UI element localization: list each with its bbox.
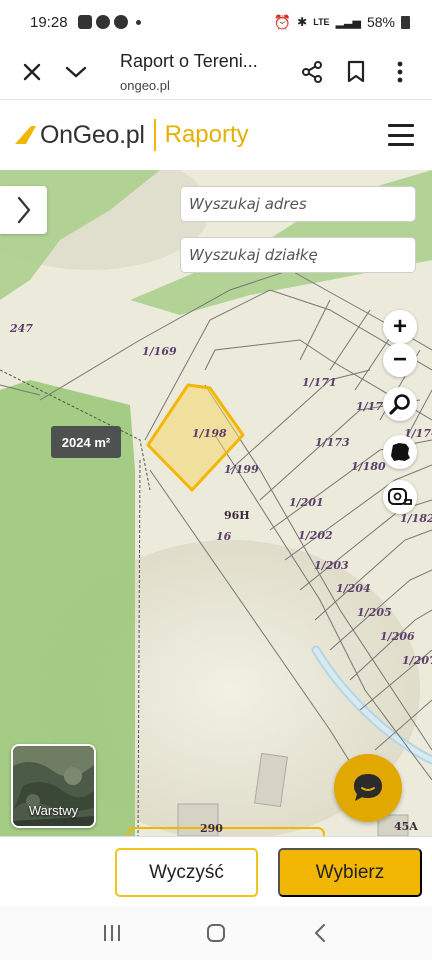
measure-tool-button[interactable] — [383, 480, 417, 514]
home-button[interactable] — [196, 918, 236, 948]
logo-separator — [153, 119, 156, 151]
poland-map-tool-button[interactable] — [383, 435, 417, 469]
page-info: Raport o Tereni... ongeo.pl — [98, 51, 290, 93]
parcel-label: 1/180 — [351, 460, 386, 473]
messenger-notification-icon — [95, 15, 110, 29]
chat-support-button[interactable] — [334, 754, 402, 822]
building-number: 96H — [224, 509, 250, 522]
recents-icon — [104, 925, 120, 941]
chevron-down-icon — [65, 66, 87, 78]
logo-name: OnGeo.pl — [40, 120, 145, 149]
clear-button[interactable]: Wyczyść — [115, 848, 258, 897]
share-icon — [302, 60, 322, 83]
parcel-label: 1/182 — [400, 512, 432, 525]
site-header: OnGeo.pl Raporty — [0, 100, 432, 170]
building-number: 16 — [216, 530, 232, 543]
ongeo-logo[interactable]: OnGeo.pl Raporty — [14, 119, 249, 151]
chevron-right-icon — [17, 196, 30, 224]
page-title: Raport o Tereni... — [120, 50, 258, 71]
search-plot-input[interactable] — [180, 237, 416, 273]
messenger-notification-icon-2 — [113, 15, 128, 29]
battery-percent: 58% — [366, 14, 395, 30]
zoom-out-button[interactable]: − — [383, 343, 417, 377]
minimize-tab-button[interactable] — [54, 50, 98, 94]
parcel-label: 1/169 — [142, 345, 177, 358]
parcel-label: 247 — [10, 322, 33, 335]
status-bar: 19:28 ⏰ ✱ LTE ▂▃▅ 58% — [0, 0, 432, 44]
bookmark-button[interactable] — [334, 50, 378, 94]
signal-icon: ▂▃▅ — [335, 16, 361, 29]
layers-label: Warstwy — [28, 803, 79, 818]
status-time: 19:28 — [30, 13, 68, 31]
building-number: 290 — [200, 822, 223, 835]
close-tab-button[interactable] — [10, 50, 54, 94]
poland-shape-icon — [391, 443, 410, 461]
minus-icon: − — [392, 346, 407, 373]
gallery-notification-icon — [77, 15, 92, 29]
back-chevron-icon — [314, 924, 325, 942]
recent-apps-button[interactable] — [92, 918, 132, 948]
more-options-button[interactable] — [378, 50, 422, 94]
action-footer: Wyczyść Wybierz — [0, 836, 432, 906]
close-icon — [23, 63, 41, 80]
parcel-label: 1/173 — [315, 436, 350, 449]
back-button[interactable] — [300, 918, 340, 948]
parcel-label: 1/202 — [298, 529, 333, 542]
network-type: LTE — [313, 16, 330, 27]
home-icon — [207, 924, 225, 942]
plus-icon: + — [392, 313, 407, 340]
bookmark-icon — [347, 60, 365, 82]
map-view[interactable]: 247 1/169 1/171 1/17 1/198 1/173 1/174 1… — [0, 170, 432, 836]
parcel-area-badge: 2024 m² — [51, 426, 121, 458]
more-vertical-icon — [397, 61, 403, 82]
system-nav-bar — [0, 906, 432, 960]
browser-bar: Raport o Tereni... ongeo.pl — [0, 44, 432, 100]
tape-measure-icon — [388, 488, 412, 505]
parcel-label: 1/206 — [380, 630, 415, 643]
chat-bubble-icon — [354, 774, 382, 801]
parcel-label: 1/17 — [356, 400, 383, 413]
bluetooth-icon: ✱ — [297, 15, 308, 29]
hamburger-menu-button[interactable] — [388, 124, 414, 146]
parcel-label: 1/201 — [289, 496, 324, 509]
page-url: ongeo.pl — [120, 77, 170, 93]
layers-button[interactable]: Warstwy — [11, 744, 96, 828]
magnifier-icon — [389, 394, 410, 415]
parcel-label: 1/203 — [314, 559, 349, 572]
parcel-label: 1/171 — [302, 376, 337, 389]
logo-mark-icon — [15, 126, 36, 144]
parcel-label: 1/198 — [192, 427, 227, 440]
building-number: 45A — [394, 820, 418, 833]
parcel-label: 1/199 — [224, 463, 259, 476]
battery-icon — [401, 15, 410, 29]
alarm-icon: ⏰ — [273, 13, 292, 30]
parcel-label: 1/207 — [402, 654, 432, 667]
share-button[interactable] — [290, 50, 334, 94]
more-notifications-icon — [135, 19, 141, 25]
side-panel-toggle-button[interactable] — [0, 186, 47, 234]
parcel-label: 1/205 — [357, 606, 392, 619]
parcel-label: 1/204 — [336, 582, 371, 595]
search-address-input[interactable] — [180, 186, 416, 222]
map-search-tool-button[interactable] — [383, 387, 417, 421]
zoom-in-button[interactable]: + — [383, 310, 417, 344]
select-button[interactable]: Wybierz — [278, 848, 422, 897]
logo-subtitle: Raporty — [164, 121, 249, 148]
